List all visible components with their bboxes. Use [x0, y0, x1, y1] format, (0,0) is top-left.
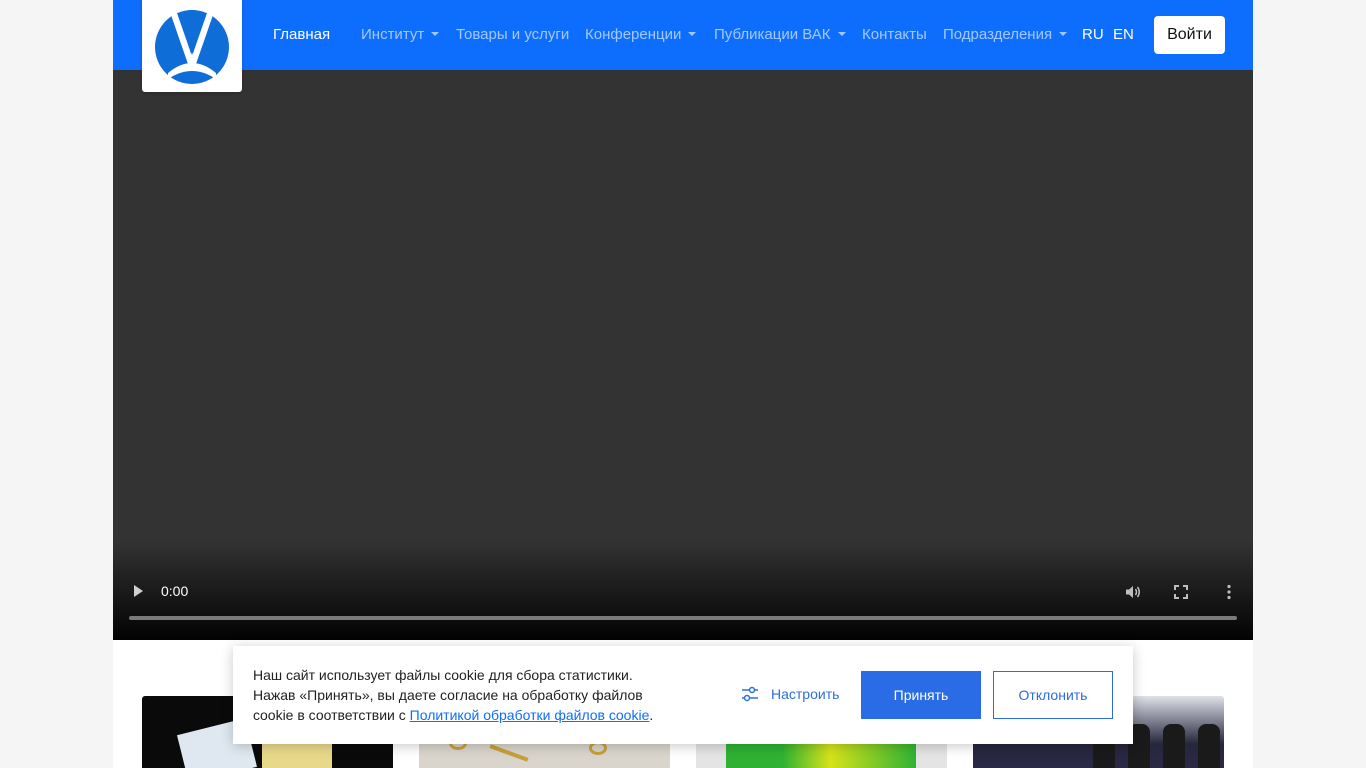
logo-emblem-icon	[155, 10, 229, 84]
nav-item-institute[interactable]: Институт	[361, 25, 440, 45]
chevron-down-icon	[1059, 32, 1068, 36]
more-options-icon[interactable]	[1226, 584, 1232, 600]
nav-item-conferences[interactable]: Конференции	[585, 25, 697, 45]
cookie-policy-link[interactable]: Политикой обработки файлов cookie	[410, 707, 650, 723]
play-icon[interactable]	[134, 585, 143, 597]
chevron-down-icon	[837, 32, 846, 36]
lang-ru-link[interactable]: RU	[1082, 25, 1104, 45]
cookie-decline-button[interactable]: Отклонить	[993, 671, 1113, 719]
cookie-text-period: .	[649, 707, 654, 723]
video-progress-bar[interactable]	[129, 616, 1237, 620]
cookie-banner: Наш сайт использует файлы cookie для сбо…	[233, 646, 1133, 744]
video-time: 0:00	[161, 583, 189, 599]
chevron-down-icon	[688, 32, 697, 36]
cookie-configure-button[interactable]: Настроить	[741, 684, 839, 704]
site-logo[interactable]	[142, 0, 242, 92]
nav-item-home[interactable]: Главная	[273, 25, 330, 45]
cookie-text-line: Нажав «Принять», вы даете согласие на об…	[253, 687, 643, 703]
chevron-down-icon	[431, 32, 440, 36]
cookie-text-line: cookie в соответствии с	[253, 707, 410, 723]
video-player[interactable]: 0:00	[113, 70, 1253, 640]
login-button[interactable]: Войти	[1154, 16, 1225, 54]
nav-item-products-services[interactable]: Товары и услуги	[456, 25, 569, 45]
cookie-accept-button[interactable]: Принять	[861, 671, 981, 719]
cookie-configure-label: Настроить	[771, 686, 840, 702]
lang-en-link[interactable]: EN	[1113, 25, 1134, 45]
cookie-message: Наш сайт использует файлы cookie для сбо…	[253, 665, 683, 725]
nav-item-vak-publications[interactable]: Публикации ВАК	[714, 25, 846, 45]
fullscreen-icon[interactable]	[1174, 585, 1188, 599]
video-controls-bar	[113, 540, 1253, 640]
nav-item-divisions[interactable]: Подразделения	[943, 25, 1068, 45]
sliders-icon	[742, 686, 758, 702]
volume-icon[interactable]	[1125, 584, 1141, 600]
cookie-text-line: Наш сайт использует файлы cookie для сбо…	[253, 667, 633, 683]
top-navbar: Главная Институт Товары и услуги Конфере…	[113, 0, 1253, 92]
nav-item-contacts[interactable]: Контакты	[862, 25, 927, 45]
